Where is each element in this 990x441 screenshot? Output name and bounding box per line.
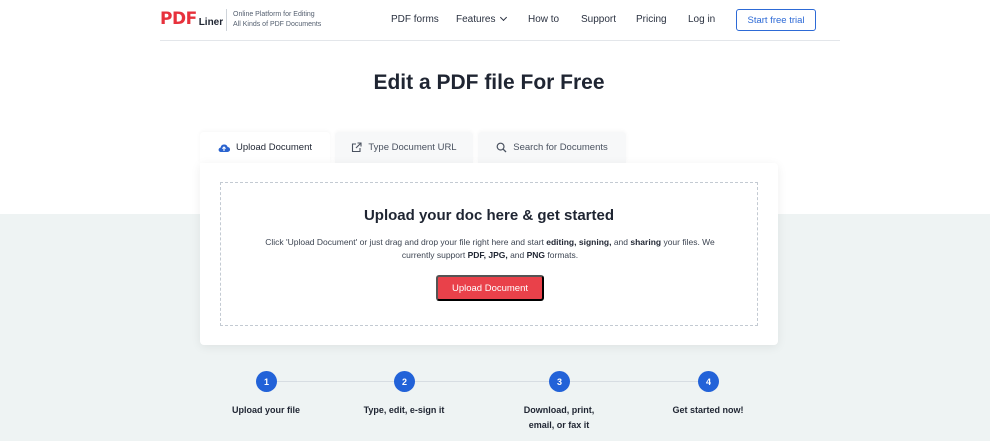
nav-support[interactable]: Support xyxy=(581,13,616,27)
step-3-number: 3 xyxy=(549,371,570,392)
search-icon xyxy=(496,142,507,153)
nav-features-label: Features xyxy=(456,14,496,25)
chevron-down-icon xyxy=(500,13,508,22)
tab-search-for-documents-label: Search for Documents xyxy=(513,142,608,153)
upload-text-3: and xyxy=(507,250,527,260)
tab-search-for-documents[interactable]: Search for Documents xyxy=(478,132,626,163)
nav-pricing[interactable]: Pricing xyxy=(636,13,667,27)
upload-text-and: and xyxy=(611,237,631,247)
cloud-upload-icon xyxy=(218,143,230,153)
logo-divider xyxy=(226,9,227,31)
step-4-label: Get started now! xyxy=(672,405,744,415)
logo-tagline: Online Platform for Editing All Kinds of… xyxy=(233,10,321,30)
upload-bold-pdf-jpg: PDF, JPG, xyxy=(467,250,508,260)
file-dropzone[interactable]: Upload your doc here & get started Click… xyxy=(220,182,758,326)
upload-bold-editing: editing, xyxy=(546,237,577,247)
header-divider xyxy=(160,40,840,41)
logo-pdf-text: PDF xyxy=(160,9,197,29)
tagline-line-2: All Kinds of PDF Documents xyxy=(233,21,322,28)
nav-features[interactable]: Features xyxy=(456,13,508,27)
step-1-label: Upload your file xyxy=(231,405,300,415)
start-free-trial-button[interactable]: Start free trial xyxy=(736,9,816,31)
upload-text-1: Click 'Upload Document' or just drag and… xyxy=(265,237,547,247)
nav-pdf-forms[interactable]: PDF forms xyxy=(391,13,439,27)
step-2-label: Type, edit, e-sign it xyxy=(363,405,445,415)
step-1-number: 1 xyxy=(256,371,277,392)
tab-upload-document-label: Upload Document xyxy=(235,142,313,153)
steps-connector-line xyxy=(266,381,709,382)
upload-document-button[interactable]: Upload Document xyxy=(436,275,544,301)
upload-bold-png: PNG xyxy=(526,250,546,260)
tab-type-document-url-label: Type Document URL xyxy=(368,142,457,153)
tagline-line-1: Online Platform for Editing xyxy=(233,11,315,18)
logo-liner-text: Liner xyxy=(198,17,224,28)
nav-how-to[interactable]: How to xyxy=(528,13,559,27)
upload-bold-signing: signing, xyxy=(578,237,612,247)
pdfliner-logo[interactable]: PDF Liner xyxy=(160,10,223,32)
upload-text-4: formats. xyxy=(545,250,579,260)
step-3-label: Download, print, email, or fax it xyxy=(523,405,595,430)
upload-bold-sharing: sharing xyxy=(630,237,662,247)
upload-title: Upload your doc here & get started xyxy=(363,207,615,224)
tab-upload-document[interactable]: Upload Document xyxy=(200,132,330,163)
external-link-icon xyxy=(351,142,362,153)
upload-description: Click 'Upload Document' or just drag and… xyxy=(251,236,729,262)
upload-card: Upload your doc here & get started Click… xyxy=(200,163,778,345)
tab-type-document-url[interactable]: Type Document URL xyxy=(335,132,473,163)
page-title: Edit a PDF file For Free xyxy=(373,71,605,94)
step-4-number: 4 xyxy=(698,371,719,392)
nav-log-in[interactable]: Log in xyxy=(688,13,715,27)
step-2-number: 2 xyxy=(394,371,415,392)
